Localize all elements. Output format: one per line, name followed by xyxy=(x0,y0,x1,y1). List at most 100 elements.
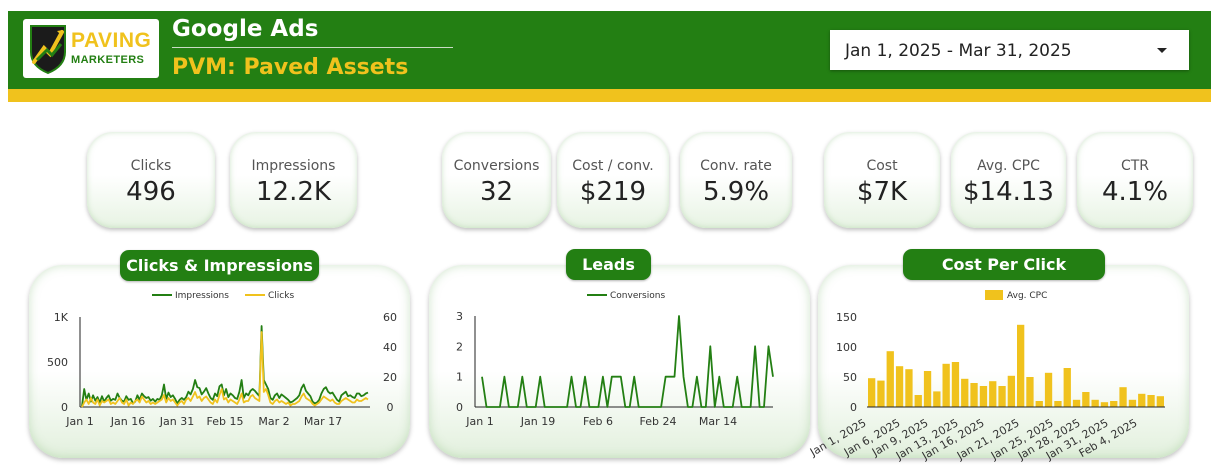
company-logo: PAVING MARKETERS xyxy=(23,19,159,78)
bar xyxy=(1017,324,1025,407)
y-tick-label-right: 20 xyxy=(383,371,397,384)
kpi-label: Clicks xyxy=(130,158,172,174)
kpi-card-avg-cpc: Avg. CPC $14.13 xyxy=(951,132,1066,228)
bar xyxy=(1147,395,1155,407)
page-title: Google Ads xyxy=(172,16,319,42)
x-tick-label: Mar 17 xyxy=(304,415,342,428)
kpi-value: $219 xyxy=(579,177,647,207)
legend-label: Clicks xyxy=(268,291,294,301)
kpi-value: $7K xyxy=(856,177,908,207)
bar xyxy=(1156,396,1164,407)
clicks-impressions-chart: 0 500 1K 0 20 40 60 Jan 1 Jan 16 Jan 31 Feb 15 Mar … xyxy=(47,291,397,428)
chart-title-leads: Leads xyxy=(566,249,651,280)
y-tick-label: 3 xyxy=(456,310,463,323)
x-tick-label: Feb 24 xyxy=(640,415,677,428)
kpi-card-conversion-rate: Conv. rate 5.9% xyxy=(680,132,792,228)
chart-title-cost-per-click: Cost Per Click xyxy=(903,249,1105,280)
y-tick-label: 100 xyxy=(836,341,857,354)
kpi-card-conversions: Conversions 32 xyxy=(442,132,551,228)
bar xyxy=(961,378,969,407)
legend-label: Avg. CPC xyxy=(1007,291,1047,301)
bar xyxy=(970,383,978,407)
kpi-value: 32 xyxy=(479,177,514,207)
bar xyxy=(1007,375,1015,407)
x-tick-label: Mar 2 xyxy=(258,415,289,428)
bar xyxy=(1138,393,1146,407)
series-line-conversions xyxy=(481,315,774,408)
kpi-label: Conversions xyxy=(453,158,540,174)
bar xyxy=(989,381,997,407)
bar xyxy=(1063,368,1071,407)
kpi-label: Conv. rate xyxy=(700,158,772,174)
y-tick-label: 2 xyxy=(456,340,463,353)
bar xyxy=(905,369,913,407)
series-line-impressions xyxy=(81,325,369,407)
x-tick-label: Feb 15 xyxy=(207,415,244,428)
bar xyxy=(1035,401,1043,407)
bar xyxy=(951,362,960,407)
kpi-card-clicks: Clicks 496 xyxy=(87,132,215,228)
bar xyxy=(1082,392,1090,407)
kpi-value: 12.2K xyxy=(256,177,331,207)
kpi-card-cost: Cost $7K xyxy=(824,132,940,228)
bar xyxy=(1110,401,1118,407)
x-tick-label: Jan 1 xyxy=(465,415,493,428)
bar xyxy=(998,386,1006,407)
bar xyxy=(933,391,941,407)
bar xyxy=(1091,399,1099,407)
y-tick-label-right: 60 xyxy=(383,311,397,324)
bar xyxy=(914,395,922,407)
bar xyxy=(886,351,894,407)
x-tick-label: Jan 19 xyxy=(520,415,555,428)
bar xyxy=(868,378,876,407)
bar xyxy=(895,366,904,407)
kpi-value: 4.1% xyxy=(1101,177,1169,207)
legend-swatch xyxy=(985,290,1003,300)
date-range-selector[interactable]: Jan 1, 2025 - Mar 31, 2025 xyxy=(830,30,1189,70)
shield-logo-icon xyxy=(30,25,66,75)
y-tick-label: 0 xyxy=(850,401,857,414)
kpi-label: Avg. CPC xyxy=(977,158,1040,174)
x-tick-label: Feb 6 xyxy=(583,415,613,428)
y-tick-label-right: 0 xyxy=(387,401,394,414)
x-tick-label: Jan 31 xyxy=(159,415,194,428)
legend-label: Conversions xyxy=(610,291,665,301)
kpi-card-impressions: Impressions 12.2K xyxy=(230,132,357,228)
bar xyxy=(1128,399,1137,407)
y-tick-label-left: 1K xyxy=(54,311,69,324)
bar xyxy=(1044,372,1053,407)
bar xyxy=(1100,402,1109,407)
bar xyxy=(1026,377,1034,407)
kpi-label: CTR xyxy=(1120,158,1150,174)
cost-per-click-chart: 050100150Avg. CPCJan 1, 2025Jan 6, 2025J… xyxy=(807,290,1165,463)
y-tick-label: 1 xyxy=(456,371,463,384)
x-tick-label: Mar 14 xyxy=(699,415,737,428)
y-tick-label-left: 0 xyxy=(61,401,68,414)
date-range-value: Jan 1, 2025 - Mar 31, 2025 xyxy=(845,41,1072,61)
logo-wordmark-top: PAVING xyxy=(71,29,152,52)
bar xyxy=(877,380,885,407)
kpi-label: Cost xyxy=(866,158,898,174)
y-tick-label: 50 xyxy=(843,371,857,384)
series-line-clicks xyxy=(81,331,369,408)
bar xyxy=(1054,401,1062,407)
dashboard: PAVING MARKETERS Google Ads PVM: Paved A… xyxy=(0,0,1222,471)
header-accent-stripe xyxy=(8,89,1211,102)
page-subtitle: PVM: Paved Assets xyxy=(172,55,409,80)
bar xyxy=(979,386,988,407)
bar xyxy=(942,363,950,407)
kpi-value: 496 xyxy=(126,177,176,207)
y-tick-label-left: 500 xyxy=(47,356,68,369)
bar xyxy=(1072,399,1081,407)
kpi-label: Impressions xyxy=(251,158,336,174)
x-tick-label: Jan 16 xyxy=(110,415,145,428)
chevron-down-icon xyxy=(1157,48,1167,53)
title-divider xyxy=(172,47,453,48)
kpi-value: $14.13 xyxy=(963,177,1054,207)
kpi-label: Cost / conv. xyxy=(572,158,654,174)
kpi-card-cost-per-conversion: Cost / conv. $219 xyxy=(557,132,669,228)
bar xyxy=(923,371,932,407)
logo-wordmark-bottom: MARKETERS xyxy=(71,54,145,66)
kpi-card-ctr: CTR 4.1% xyxy=(1077,132,1193,228)
x-tick-label: Jan 1 xyxy=(65,415,93,428)
